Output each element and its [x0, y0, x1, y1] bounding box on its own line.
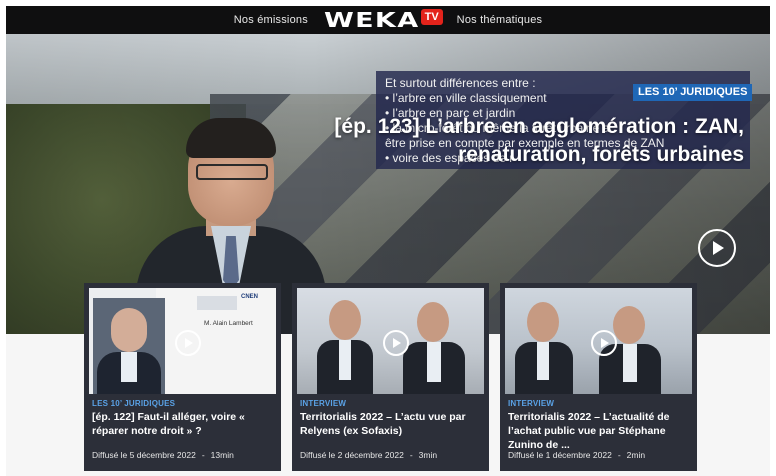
interviewer-figure — [513, 302, 575, 394]
card-title[interactable]: Territorialis 2022 – L’actualité de l’ac… — [508, 410, 690, 452]
video-card-2[interactable]: INTERVIEW Territorialis 2022 – L’actu vu… — [292, 283, 489, 471]
card-duration: 13min — [210, 450, 234, 460]
card-category: LES 10’ JURIDIQUES — [92, 399, 176, 408]
hero-title[interactable]: [ép. 123] L’arbre en agglomération : ZAN… — [324, 113, 744, 169]
glasses — [196, 164, 268, 180]
nav-link-thematiques[interactable]: Nos thématiques — [457, 14, 543, 26]
play-circle-icon[interactable] — [698, 229, 736, 267]
meta-separator: - — [201, 450, 205, 460]
speaker-figure — [93, 298, 165, 394]
card-thumbnail: CNEN M. Alain Lambert — [89, 288, 276, 394]
card-category: INTERVIEW — [508, 399, 555, 408]
video-card-1[interactable]: CNEN M. Alain Lambert LES 10’ JURIDIQUES… — [84, 283, 281, 471]
play-circle-icon[interactable] — [383, 330, 409, 356]
republic-logo — [197, 296, 237, 310]
logo-wordmark: WEKA — [323, 8, 420, 32]
slide-speaker-name: M. Alain Lambert — [204, 320, 253, 327]
card-title[interactable]: [ép. 122] Faut-il alléger, voire « répar… — [92, 410, 274, 438]
logo-tv-badge: TV — [420, 9, 443, 25]
card-duration: 2min — [626, 450, 646, 460]
card-meta: Diffusé le 2 décembre 2022-3min — [300, 450, 437, 460]
card-date: Diffusé le 1 décembre 2022 — [508, 450, 612, 460]
card-category: INTERVIEW — [300, 399, 347, 408]
guest-figure — [401, 302, 467, 394]
meta-separator: - — [617, 450, 621, 460]
card-date: Diffusé le 5 décembre 2022 — [92, 450, 196, 460]
card-meta: Diffusé le 1 décembre 2022-2min — [508, 450, 645, 460]
interviewer-figure — [315, 300, 375, 394]
card-thumbnail — [297, 288, 484, 394]
cnen-logo: CNEN — [241, 294, 259, 300]
video-card-3[interactable]: INTERVIEW Territorialis 2022 – L’actuali… — [500, 283, 697, 471]
nav-link-emissions[interactable]: Nos émissions — [234, 14, 308, 26]
hero-category-badge[interactable]: LES 10’ JURIDIQUES — [633, 84, 753, 101]
card-meta: Diffusé le 5 décembre 2022-13min — [92, 450, 234, 460]
top-navbar: Nos émissions WEKA TV Nos thématiques — [6, 6, 770, 34]
card-date: Diffusé le 2 décembre 2022 — [300, 450, 404, 460]
play-circle-icon[interactable] — [175, 330, 201, 356]
meta-separator: - — [409, 450, 413, 460]
card-duration: 3min — [418, 450, 438, 460]
card-thumbnail — [505, 288, 692, 394]
weka-tv-logo[interactable]: WEKA TV — [324, 8, 443, 32]
play-circle-icon[interactable] — [591, 330, 617, 356]
card-title[interactable]: Territorialis 2022 – L’actu vue par Rely… — [300, 410, 482, 438]
